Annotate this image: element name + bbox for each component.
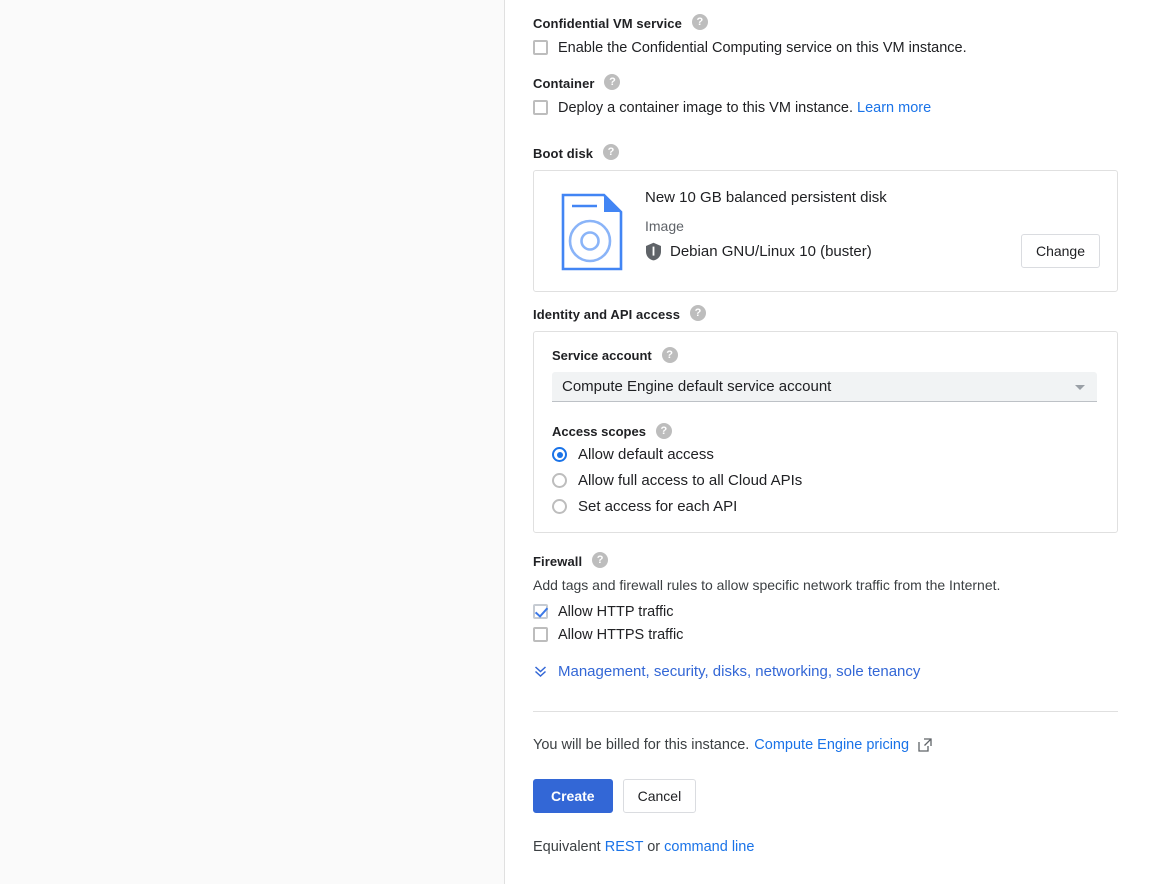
firewall-label: Firewall <box>533 553 583 569</box>
boot-disk-card: New 10 GB balanced persistent disk Image… <box>533 170 1118 293</box>
shield-icon <box>646 243 661 261</box>
help-circle-icon[interactable]: ? <box>604 74 621 91</box>
service-account-select[interactable]: Compute Engine default service account <box>552 371 1097 402</box>
double-chevron-down-icon <box>534 666 547 678</box>
service-account-selected-value: Compute Engine default service account <box>562 377 832 395</box>
billing-notice-text: You will be billed for this instance. <box>533 737 750 753</box>
container-checkbox-label: Deploy a container image to this VM inst… <box>558 100 931 116</box>
boot-disk-image-name: Debian GNU/Linux 10 (buster) <box>670 243 872 261</box>
cancel-button[interactable]: Cancel <box>622 779 697 813</box>
help-circle-icon[interactable]: ? <box>689 305 706 322</box>
container-section: Container ? Deploy a container image to … <box>533 74 931 116</box>
access-scopes-header: Access scopes ? <box>552 422 1099 440</box>
equivalent-links: Equivalent REST or command line <box>533 839 754 855</box>
firewall-options: Allow HTTP traffic Allow HTTPS traffic <box>533 604 1000 643</box>
confidential-vm-section: Confidential VM service ? Enable the Con… <box>533 14 967 56</box>
open-in-new-icon[interactable] <box>918 738 932 752</box>
confidential-vm-label: Confidential VM service <box>533 15 682 31</box>
vm-creation-page: Confidential VM service ? Enable the Con… <box>0 0 1151 884</box>
help-circle-icon[interactable]: ? <box>661 346 678 363</box>
access-scopes-group: Access scopes ? Allow default access All… <box>552 422 1099 518</box>
boot-disk-header: Boot disk ? <box>533 144 1118 161</box>
radio-allow-full-access[interactable] <box>552 473 567 489</box>
boot-disk-title: New 10 GB balanced persistent disk <box>645 189 887 207</box>
compute-engine-pricing-link[interactable]: Compute Engine pricing <box>754 737 909 753</box>
equivalent-command-line-link[interactable]: command line <box>664 839 754 855</box>
container-checkbox[interactable] <box>533 100 548 116</box>
firewall-http-row[interactable]: Allow HTTP traffic <box>533 604 1000 620</box>
firewall-https-row[interactable]: Allow HTTPS traffic <box>533 627 1000 643</box>
radio-set-access-each-api[interactable] <box>552 499 567 515</box>
form-actions: Create Cancel <box>533 779 697 813</box>
chevron-down-icon <box>1075 384 1085 390</box>
firewall-description: Add tags and firewall rules to allow spe… <box>533 577 1001 594</box>
boot-disk-details: New 10 GB balanced persistent disk Image… <box>645 187 887 261</box>
left-empty-pane <box>0 0 504 884</box>
help-circle-icon[interactable]: ? <box>655 422 672 439</box>
advanced-settings-expander[interactable]: Management, security, disks, networking,… <box>533 663 920 680</box>
help-circle-icon[interactable]: ? <box>603 144 620 161</box>
radio-allow-default-access[interactable] <box>552 447 567 463</box>
confidential-vm-checkbox-row[interactable]: Enable the Confidential Computing servic… <box>533 40 967 56</box>
container-checkbox-row[interactable]: Deploy a container image to this VM inst… <box>533 100 931 116</box>
identity-card: Service account ? Compute Engine default… <box>533 331 1118 534</box>
container-label: Container <box>533 75 595 91</box>
allow-http-traffic-label: Allow HTTP traffic <box>558 604 674 621</box>
vm-config-form: Confidential VM service ? Enable the Con… <box>505 0 1151 884</box>
firewall-header: Firewall ? <box>533 552 1000 569</box>
identity-header: Identity and API access ? <box>533 305 1118 322</box>
help-circle-icon[interactable]: ? <box>691 14 708 31</box>
service-account-label: Service account <box>552 348 652 364</box>
advanced-settings-expander-label: Management, security, disks, networking,… <box>558 663 921 680</box>
allow-https-traffic-label: Allow HTTPS traffic <box>558 627 684 644</box>
boot-disk-label: Boot disk <box>533 145 594 161</box>
equivalent-rest-link[interactable]: REST <box>605 839 643 855</box>
boot-disk-section: Boot disk ? New 10 GB balanced persisten… <box>533 144 1118 293</box>
boot-disk-image-caption: Image <box>645 218 684 235</box>
equivalent-or: or <box>647 839 661 855</box>
change-boot-disk-button[interactable]: Change <box>1020 234 1100 269</box>
billing-notice: You will be billed for this instance. Co… <box>533 737 932 753</box>
allow-https-traffic-checkbox[interactable] <box>533 627 548 643</box>
identity-label: Identity and API access <box>533 306 681 322</box>
radio-label-allow-full-access: Allow full access to all Cloud APIs <box>578 471 803 489</box>
equivalent-prefix: Equivalent <box>533 839 601 855</box>
access-scope-option-each-api[interactable]: Set access for each API <box>552 496 1099 518</box>
help-circle-icon[interactable]: ? <box>592 552 609 569</box>
service-account-header: Service account ? <box>552 346 1099 363</box>
access-scope-option-full[interactable]: Allow full access to all Cloud APIs <box>552 470 1099 492</box>
radio-label-allow-default-access: Allow default access <box>578 445 714 463</box>
identity-api-access-section: Identity and API access ? Service accoun… <box>533 305 1118 534</box>
footer-divider <box>533 711 1118 712</box>
access-scopes-label: Access scopes <box>552 424 646 440</box>
boot-disk-image-row: Debian GNU/Linux 10 (buster) <box>645 242 887 261</box>
container-header: Container ? <box>533 74 931 91</box>
disk-image-icon <box>561 193 623 271</box>
confidential-vm-header: Confidential VM service ? <box>533 14 967 31</box>
confidential-vm-checkbox-label: Enable the Confidential Computing servic… <box>558 40 967 57</box>
allow-http-traffic-checkbox[interactable] <box>533 604 548 620</box>
confidential-vm-checkbox[interactable] <box>533 40 548 56</box>
create-button[interactable]: Create <box>533 779 613 813</box>
radio-label-set-access-each-api: Set access for each API <box>578 497 738 515</box>
access-scope-option-default[interactable]: Allow default access <box>552 444 1099 466</box>
container-learn-more-link[interactable]: Learn more <box>857 100 931 116</box>
container-checkbox-text: Deploy a container image to this VM inst… <box>558 100 853 117</box>
firewall-section: Firewall ? Add tags and firewall rules t… <box>533 552 1000 650</box>
